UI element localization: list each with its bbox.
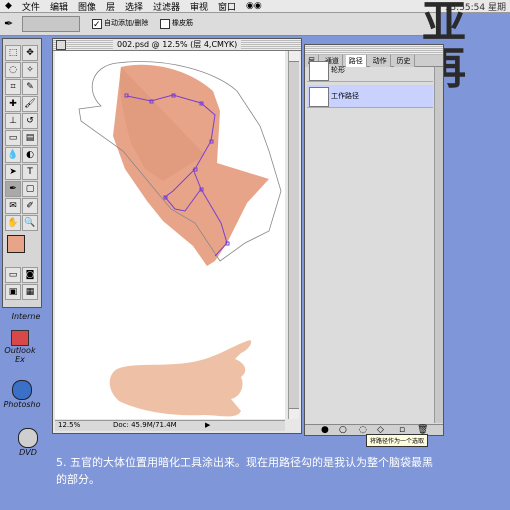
photoshop-icon <box>12 380 32 400</box>
palette-titlebar[interactable] <box>305 45 443 55</box>
desktop-icon-label: Interne <box>11 312 41 321</box>
paths-palette: 层 通道 路径 动作 历史 轮形 工作路径 ● ○ ◌ ◇ ▫ 🗑 <box>304 44 444 436</box>
path-thumbnail <box>309 87 329 107</box>
path-thumbnail <box>309 61 329 81</box>
status-arrow-icon[interactable]: ▶ <box>205 421 210 429</box>
scroll-up-icon[interactable] <box>289 51 299 62</box>
tooltip: 将路径作为一个选取 <box>366 434 429 447</box>
internet-icon <box>16 300 36 312</box>
lasso-tool-icon[interactable]: ◌ <box>5 62 21 78</box>
desktop-icon-label: DVD <box>19 448 37 457</box>
path-row-work[interactable]: 工作路径 <box>307 85 433 108</box>
type-tool-icon[interactable]: T <box>22 164 38 180</box>
outlook-icon <box>11 330 29 346</box>
menu-file[interactable]: 文件 <box>17 0 45 13</box>
apple-menu-icon[interactable]: ◆ <box>0 1 17 11</box>
move-tool-icon[interactable]: ✥ <box>22 45 38 61</box>
notes-tool-icon[interactable]: ✉ <box>5 198 21 214</box>
fullscreen-mode-icon[interactable]: ▦ <box>22 284 38 300</box>
foreground-color-swatch[interactable] <box>7 235 25 253</box>
pen-tool-icon[interactable]: ✒ <box>4 17 13 30</box>
dvd-icon <box>18 428 38 448</box>
scroll-down-icon[interactable] <box>289 408 299 419</box>
palette-scrollbar[interactable] <box>434 67 443 423</box>
doc-size: Doc: 45.9M/71.4M <box>113 421 177 429</box>
path-label: 轮形 <box>331 66 345 74</box>
toolbox: ⬚ ✥ ◌ ✧ ⌗ ✎ ✚ 🖌 ⊥ ↺ ▭ ▤ 💧 ◐ ➤ T ✒ ▢ ✉ ✐ … <box>2 38 42 308</box>
gradient-tool-icon[interactable]: ▤ <box>22 130 38 146</box>
desktop-icon-photoshop[interactable]: Photosho <box>2 380 42 409</box>
quickmask-mode-icon[interactable]: ◙ <box>22 267 38 283</box>
options-bar: ✒ ✓ 自动添加/删除 橡皮筋 <box>0 13 440 36</box>
rubber-band-label: 橡皮筋 <box>172 19 193 27</box>
standard-mode-icon[interactable]: ▭ <box>5 267 21 283</box>
path-mode-buttons[interactable] <box>22 16 80 32</box>
stroke-path-icon[interactable]: ○ <box>339 425 347 435</box>
eraser-tool-icon[interactable]: ▭ <box>5 130 21 146</box>
artwork <box>78 61 282 417</box>
eyes-icon: ◉◉ <box>246 1 262 11</box>
status-bar: 12.5% Doc: 45.9M/71.4M ▶ <box>55 420 285 431</box>
brush-tool-icon[interactable]: 🖌 <box>22 96 38 112</box>
path-row-outline[interactable]: 轮形 <box>307 59 433 82</box>
slice-tool-icon[interactable]: ✎ <box>22 79 38 95</box>
document-titlebar[interactable]: 002.psd @ 12.5% (层 4,CMYK) <box>53 39 301 51</box>
shape-tool-icon[interactable]: ▢ <box>22 181 38 197</box>
vertical-scrollbar[interactable] <box>288 51 299 419</box>
history-brush-icon[interactable]: ↺ <box>22 113 38 129</box>
menu-view[interactable]: 审视 <box>185 0 213 13</box>
menu-window[interactable]: 窗口 <box>213 0 241 13</box>
canvas[interactable] <box>55 51 285 419</box>
menu-layer[interactable]: 层 <box>101 0 120 13</box>
desktop-icon-label: Photosho <box>3 400 41 409</box>
rubber-band-checkbox[interactable] <box>160 19 170 29</box>
menu-edit[interactable]: 编辑 <box>45 0 73 13</box>
path-label: 工作路径 <box>331 92 359 100</box>
stamp-tool-icon[interactable]: ⊥ <box>5 113 21 129</box>
menu-filter[interactable]: 过滤器 <box>148 0 185 13</box>
desktop-icon-outlook[interactable]: Outlook Ex <box>0 330 40 364</box>
path-select-tool-icon[interactable]: ➤ <box>5 164 21 180</box>
screen-mode-icon[interactable]: ▣ <box>5 284 21 300</box>
crop-tool-icon[interactable]: ⌗ <box>5 79 21 95</box>
close-box-icon[interactable] <box>56 40 66 50</box>
hand-tool-icon[interactable]: ✋ <box>5 215 21 231</box>
zoom-level[interactable]: 12.5% <box>58 421 80 429</box>
marquee-tool-icon[interactable]: ⬚ <box>5 45 21 61</box>
healing-tool-icon[interactable]: ✚ <box>5 96 21 112</box>
auto-add-label: 自动添加/删除 <box>104 19 149 27</box>
auto-add-checkbox[interactable]: ✓ <box>92 19 102 30</box>
menu-image[interactable]: 图像 <box>73 0 101 13</box>
dodge-tool-icon[interactable]: ◐ <box>22 147 38 163</box>
menu-select[interactable]: 选择 <box>120 0 148 13</box>
blur-tool-icon[interactable]: 💧 <box>5 147 21 163</box>
eyedropper-tool-icon[interactable]: ✐ <box>22 198 38 214</box>
pen-tool-button-icon[interactable]: ✒ <box>5 181 21 197</box>
desktop-icon-internet[interactable]: Interne <box>6 300 46 321</box>
fill-path-icon[interactable]: ● <box>321 425 329 435</box>
document-title: 002.psd @ 12.5% (层 4,CMYK) <box>113 39 242 50</box>
desktop-icon-dvd[interactable]: DVD <box>8 428 48 457</box>
caption-text: 5. 五官的大体位置用暗化工具涂出来。现在用路径勾的是我认为整个脑袋最黑的部分。 <box>56 456 433 486</box>
document-window: 002.psd @ 12.5% (层 4,CMYK) 12.5% Doc: 45… <box>52 38 302 434</box>
zoom-tool-icon[interactable]: 🔍 <box>22 215 38 231</box>
magic-wand-tool-icon[interactable]: ✧ <box>22 62 38 78</box>
desktop-icon-label: Outlook Ex <box>4 346 36 364</box>
